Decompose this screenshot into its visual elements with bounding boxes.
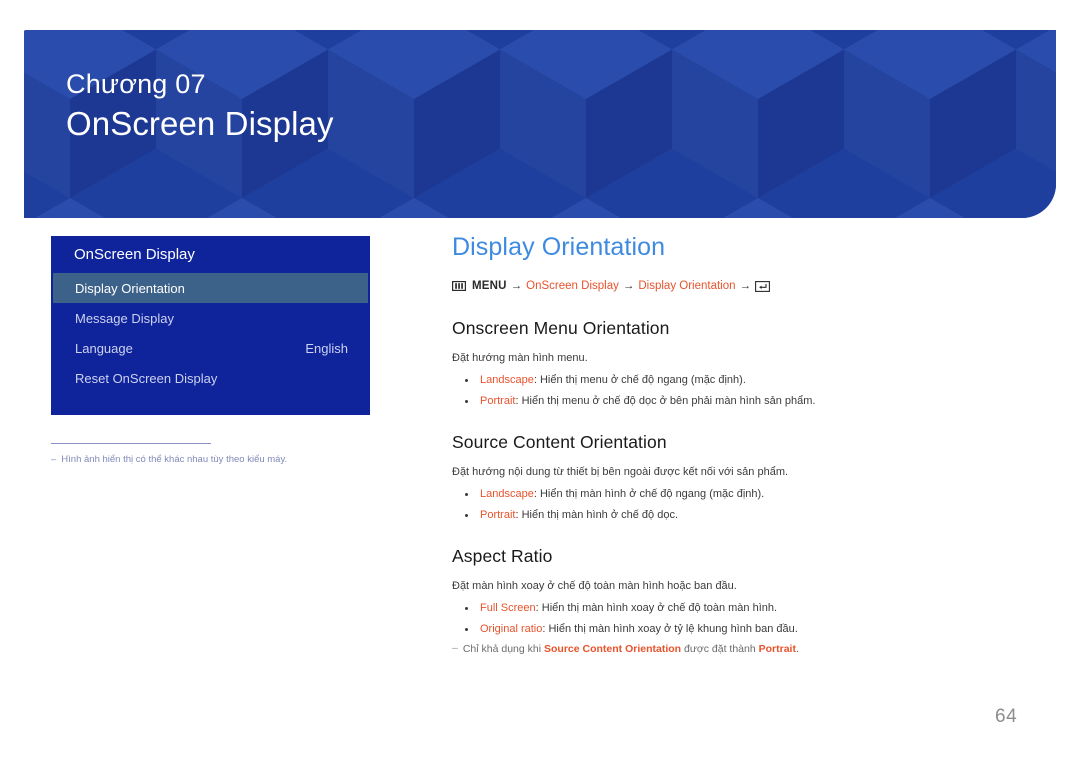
section-description: Đặt màn hình xoay ở chế độ toàn màn hình… xyxy=(452,580,737,593)
bullet-term: Full Screen xyxy=(480,602,536,615)
breadcrumb-arrow-1: → xyxy=(510,280,523,292)
page-number: 64 xyxy=(995,706,1018,727)
osd-item-label: Display Orientation xyxy=(75,280,185,296)
section-description: Đặt hướng màn hình menu. xyxy=(452,351,588,364)
list-item: Landscape: Hiển thị màn hình ở chế độ ng… xyxy=(452,486,1012,503)
menu-grid-icon xyxy=(452,281,466,292)
bullet-list: Landscape: Hiển thị màn hình ở chế độ ng… xyxy=(452,486,1012,524)
note-prefix: Chỉ khả dụng khi xyxy=(462,643,544,656)
document-page: Chương 07 OnScreen Display OnScreen Disp… xyxy=(0,0,1080,763)
list-item: Landscape: Hiển thị menu ở chế độ ngang … xyxy=(452,372,1012,389)
page-title: Display Orientation xyxy=(452,233,666,261)
section-onscreen-menu-orientation: Onscreen Menu Orientation Đặt hướng màn … xyxy=(452,318,1012,410)
osd-item-label: Language xyxy=(75,340,133,356)
bullet-text: : Hiển thị menu ở chế độ ngang (mặc định… xyxy=(533,373,746,386)
osd-menu-item-display-orientation[interactable]: Display Orientation xyxy=(53,273,368,303)
content-column: Display Orientation MENU → OnScreen Disp… xyxy=(452,232,1012,658)
bullet-text: : Hiển thị màn hình xoay ở tỷ lệ khung h… xyxy=(542,623,798,636)
bullet-text: : Hiển thị menu ở chế độ dọc ở bên phải … xyxy=(515,395,816,408)
footnote-divider xyxy=(51,443,211,444)
footnote-text: Hình ảnh hiển thị có thể khác nhau tùy t… xyxy=(61,454,288,465)
enter-key-icon xyxy=(755,281,770,292)
chapter-label: Chương 07 xyxy=(66,69,206,99)
note-body: Chỉ khả dụng khi Source Content Orientat… xyxy=(463,642,799,658)
breadcrumb-item-display-orientation[interactable]: Display Orientation xyxy=(638,279,735,294)
section-note: ‒ Chỉ khả dụng khi Source Content Orient… xyxy=(452,642,1012,658)
bullet-term: Landscape xyxy=(480,488,534,501)
left-footnote-block: – Hình ảnh hiển thị có thể khác nhau tùy… xyxy=(51,443,371,467)
bullet-text: : Hiển thị màn hình ở chế độ dọc. xyxy=(515,509,678,522)
osd-menu-item-message-display[interactable]: Message Display xyxy=(51,303,370,333)
breadcrumb-item-onscreen-display[interactable]: OnScreen Display xyxy=(526,279,619,294)
bullet-term: Landscape xyxy=(480,373,534,386)
note-term-portrait: Portrait xyxy=(758,643,796,656)
bullet-term: Portrait xyxy=(480,395,516,408)
list-item: Portrait: Hiển thị màn hình ở chế độ dọc… xyxy=(452,507,1012,524)
section-title: Source Content Orientation xyxy=(452,432,667,453)
note-dash: ‒ xyxy=(452,642,458,655)
left-footnote: – Hình ảnh hiển thị có thể khác nhau tùy… xyxy=(51,453,371,467)
note-middle: được đặt thành xyxy=(681,643,759,656)
chapter-title: OnScreen Display xyxy=(66,104,334,142)
section-title: Onscreen Menu Orientation xyxy=(452,317,670,338)
bullet-list: Full Screen: Hiển thị màn hình xoay ở ch… xyxy=(452,600,1012,638)
breadcrumb-menu-label: MENU xyxy=(472,280,507,292)
osd-menu-item-reset-onscreen-display[interactable]: Reset OnScreen Display xyxy=(51,363,370,393)
osd-item-label: Message Display xyxy=(75,310,174,326)
section-source-content-orientation: Source Content Orientation Đặt hướng nội… xyxy=(452,432,1012,524)
section-aspect-ratio: Aspect Ratio Đặt màn hình xoay ở chế độ … xyxy=(452,546,1012,658)
bullet-term: Portrait xyxy=(480,509,516,522)
list-item: Portrait: Hiển thị menu ở chế độ dọc ở b… xyxy=(452,393,1012,410)
bullet-text: : Hiển thị màn hình xoay ở chế độ toàn m… xyxy=(535,602,778,615)
list-item: Original ratio: Hiển thị màn hình xoay ở… xyxy=(452,621,1012,638)
breadcrumb-arrow-2: → xyxy=(622,280,635,292)
section-description: Đặt hướng nội dung từ thiết bị bên ngoài… xyxy=(452,466,789,479)
breadcrumb-arrow-3: → xyxy=(739,280,752,292)
note-term-source-content-orientation: Source Content Orientation xyxy=(543,643,682,656)
banner-text-block: Chương 07 OnScreen Display xyxy=(66,68,334,146)
osd-menu-item-language[interactable]: Language English xyxy=(51,333,370,363)
bullet-text: : Hiển thị màn hình ở chế độ ngang (mặc … xyxy=(533,488,765,501)
footnote-dash: – xyxy=(51,454,57,465)
osd-menu-panel: OnScreen Display Display Orientation Mes… xyxy=(51,236,370,415)
chapter-banner: Chương 07 OnScreen Display xyxy=(24,30,1056,218)
left-column: OnScreen Display Display Orientation Mes… xyxy=(51,236,371,467)
bullet-term: Original ratio xyxy=(480,623,543,636)
osd-item-label: Reset OnScreen Display xyxy=(75,370,218,386)
list-item: Full Screen: Hiển thị màn hình xoay ở ch… xyxy=(452,600,1012,617)
breadcrumb: MENU → OnScreen Display → Display Orient… xyxy=(452,279,1012,294)
osd-menu-header: OnScreen Display xyxy=(51,236,370,273)
osd-item-value: English xyxy=(305,340,348,356)
bullet-list: Landscape: Hiển thị menu ở chế độ ngang … xyxy=(452,372,1012,410)
section-title: Aspect Ratio xyxy=(452,546,553,567)
note-suffix: . xyxy=(795,643,799,656)
